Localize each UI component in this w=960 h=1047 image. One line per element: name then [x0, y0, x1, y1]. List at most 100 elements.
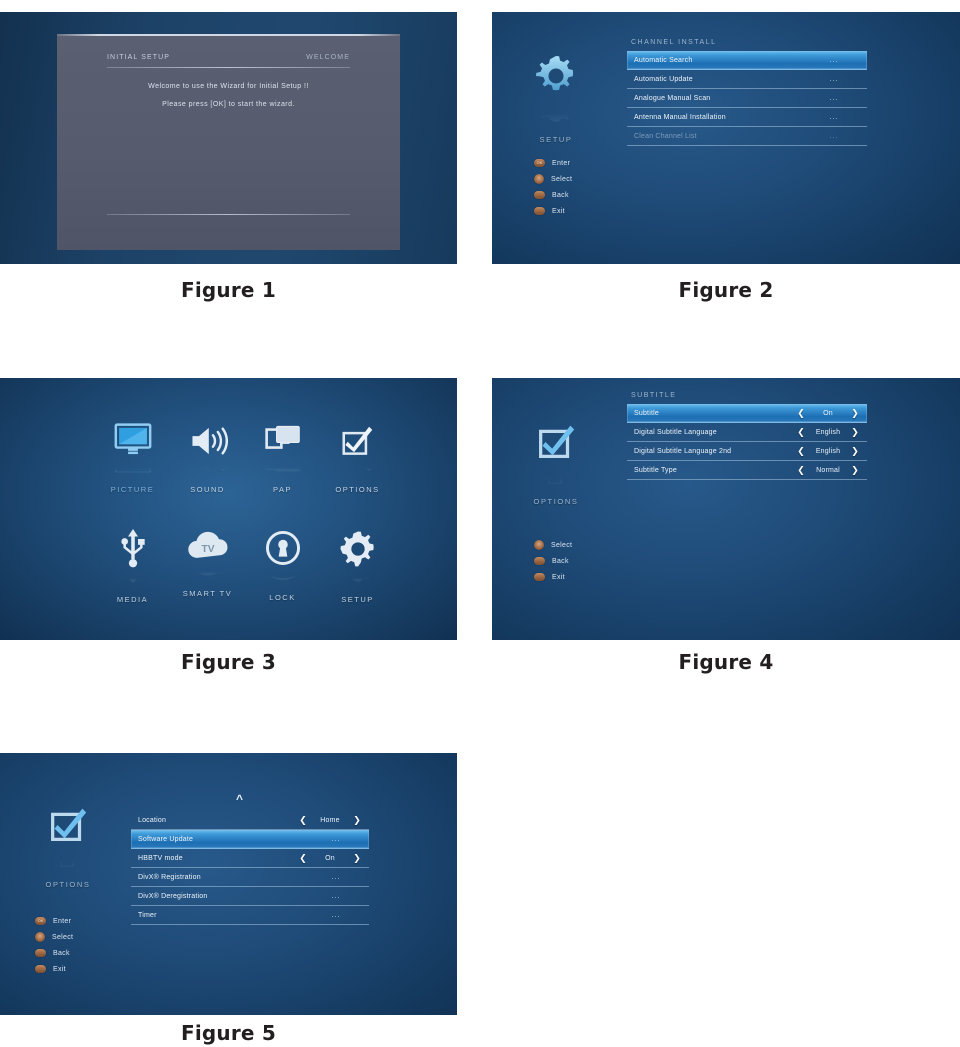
key-legend-row: Back	[534, 553, 572, 569]
key-legend-label: Select	[551, 175, 573, 183]
main-menu-item-sound[interactable]: SOUND	[170, 423, 245, 494]
channel-install-row[interactable]: Analogue Manual Scan...	[627, 89, 867, 108]
main-menu-item-smart-tv[interactable]: TV TV SMART TV	[170, 529, 245, 604]
menu-row-value: On	[325, 854, 335, 862]
options-row[interactable]: Software Update...	[131, 830, 369, 849]
chevron-left-icon[interactable]: ❮	[795, 465, 807, 475]
chevron-right-icon[interactable]: ❯	[849, 408, 861, 418]
menu-row-ellipsis: ...	[331, 835, 341, 843]
main-menu-item-lock[interactable]: LOCK	[245, 529, 320, 604]
options-row[interactable]: Location ❮ Home ❯	[131, 811, 369, 830]
menu-row-spinner[interactable]: ❮ English ❯	[795, 427, 861, 437]
menu-row-ellipsis: ...	[829, 94, 839, 102]
gear-icon-glyph	[536, 56, 574, 91]
channel-install-row[interactable]: Automatic Search...	[627, 51, 867, 70]
chevron-up-icon[interactable]: ^	[236, 793, 243, 805]
channel-install-row[interactable]: Clean Channel List...	[627, 127, 867, 146]
menu-row-label: Automatic Search	[634, 56, 693, 64]
chevron-left-icon[interactable]: ❮	[795, 446, 807, 456]
main-menu-item-label: LOCK	[269, 593, 296, 602]
speaker-icon-reflection	[188, 465, 228, 473]
chevron-left-icon[interactable]: ❮	[795, 408, 807, 418]
key-legend-row: Back	[35, 945, 73, 961]
cloud-tv-icon-reflection: TV	[186, 569, 230, 577]
main-menu-item-options[interactable]: OPTIONS	[320, 423, 395, 494]
options-row[interactable]: DivX® Deregistration...	[131, 887, 369, 906]
speaker-icon	[188, 423, 228, 476]
setup-category-icon-block: SETUP	[510, 52, 602, 144]
setup-icon-label: SETUP	[539, 135, 573, 144]
key-legend-row: Select	[35, 929, 73, 945]
checkbox-icon-reflection	[45, 856, 91, 870]
gear-icon	[532, 52, 580, 130]
exit-button-icon	[534, 207, 545, 215]
gear-icon-reflection	[338, 575, 378, 583]
main-menu-item-picture[interactable]: PICTURE	[95, 423, 170, 494]
menu-row-value: Normal	[816, 466, 840, 474]
options-row[interactable]: DivX® Registration...	[131, 868, 369, 887]
main-menu-item-setup[interactable]: SETUP	[320, 529, 395, 604]
main-menu-icon-grid: PICTURE SOUND PAP OPTIONS MEDIA TV SMART…	[95, 423, 395, 604]
gear-icon-reflection	[532, 102, 580, 124]
ok-button-icon: OK	[35, 917, 46, 925]
channel-install-row[interactable]: Automatic Update...	[627, 70, 867, 89]
main-menu-item-pap[interactable]: PAP	[245, 423, 320, 494]
menu-row-label: Digital Subtitle Language 2nd	[634, 447, 732, 455]
exit-button-icon	[35, 965, 46, 973]
usb-icon	[116, 529, 150, 586]
chevron-right-icon[interactable]: ❯	[849, 465, 861, 475]
menu-row-spinner[interactable]: ❮ On ❯	[297, 853, 363, 863]
main-menu-item-media[interactable]: MEDIA	[95, 529, 170, 604]
chevron-left-icon[interactable]: ❮	[795, 427, 807, 437]
menu-row-label: DivX® Registration	[138, 873, 201, 881]
main-menu-item-label: SETUP	[341, 595, 374, 604]
menu-row-spinner[interactable]: ❮ Home ❯	[297, 815, 363, 825]
menu-row-spinner[interactable]: ❮ Normal ❯	[795, 465, 861, 475]
subtitle-row[interactable]: Digital Subtitle Language ❮ English ❯	[627, 423, 867, 442]
wizard-header-rule	[107, 67, 350, 68]
chevron-right-icon[interactable]: ❯	[849, 446, 861, 456]
chevron-right-icon[interactable]: ❯	[351, 853, 363, 863]
key-legend-row: OK Enter	[35, 913, 73, 929]
menu-row-spinner[interactable]: ❮ On ❯	[795, 408, 861, 418]
options-row[interactable]: Timer...	[131, 906, 369, 925]
channel-install-row[interactable]: Antenna Manual Installation...	[627, 108, 867, 127]
channel-install-menu: CHANNEL INSTALL Automatic Search... Autom…	[627, 39, 867, 146]
checkbox-icon	[533, 418, 579, 492]
subtitle-row[interactable]: Subtitle ❮ On ❯	[627, 404, 867, 423]
chevron-left-icon[interactable]: ❮	[297, 815, 309, 825]
subtitle-row[interactable]: Subtitle Type ❮ Normal ❯	[627, 461, 867, 480]
chevron-right-icon[interactable]: ❯	[849, 427, 861, 437]
menu-row-ellipsis: ...	[829, 132, 839, 140]
menu-row-label: Clean Channel List	[634, 132, 697, 140]
menu-row-value: English	[815, 447, 841, 455]
menu-row-value: English	[815, 428, 841, 436]
wizard-header: INITIAL SETUP WELCOME	[107, 54, 350, 61]
options-category-icon-block: OPTIONS	[510, 418, 602, 506]
key-legend-row: Select	[534, 171, 572, 187]
menu-row-label: Antenna Manual Installation	[634, 113, 726, 121]
dpad-button-icon	[35, 932, 45, 942]
key-legend-label: Back	[552, 557, 569, 565]
options-icon-label-5: OPTIONS	[45, 880, 91, 889]
figure-5-caption: Figure 5	[181, 1021, 276, 1045]
dialog-top-rule	[57, 34, 400, 36]
main-menu-item-label: MEDIA	[116, 595, 149, 604]
options-category-icon-block-5: OPTIONS	[22, 801, 114, 889]
options-row[interactable]: HBBTV mode ❮ On ❯	[131, 849, 369, 868]
chevron-left-icon[interactable]: ❮	[297, 853, 309, 863]
ok-button-icon: OK	[534, 159, 545, 167]
back-button-icon	[534, 191, 545, 199]
main-menu-item-label: SMART TV	[182, 589, 233, 598]
menu-row-label: Digital Subtitle Language	[634, 428, 717, 436]
main-menu-item-label: PICTURE	[110, 485, 155, 494]
subtitle-row[interactable]: Digital Subtitle Language 2nd ❮ English ❯	[627, 442, 867, 461]
subtitle-row-list: Subtitle ❮ On ❯ Digital Subtitle Language ❮ En…	[627, 404, 867, 480]
main-menu-item-label: PAP	[273, 485, 292, 494]
checkbox-icon-reflection	[339, 465, 377, 473]
chevron-right-icon[interactable]: ❯	[351, 815, 363, 825]
menu-row-ellipsis: ...	[829, 75, 839, 83]
figure-2-panel: SETUP CHANNEL INSTALL Automatic Search..…	[492, 12, 960, 264]
menu-row-spinner[interactable]: ❮ English ❯	[795, 446, 861, 456]
tv-monitor-icon	[113, 423, 153, 476]
